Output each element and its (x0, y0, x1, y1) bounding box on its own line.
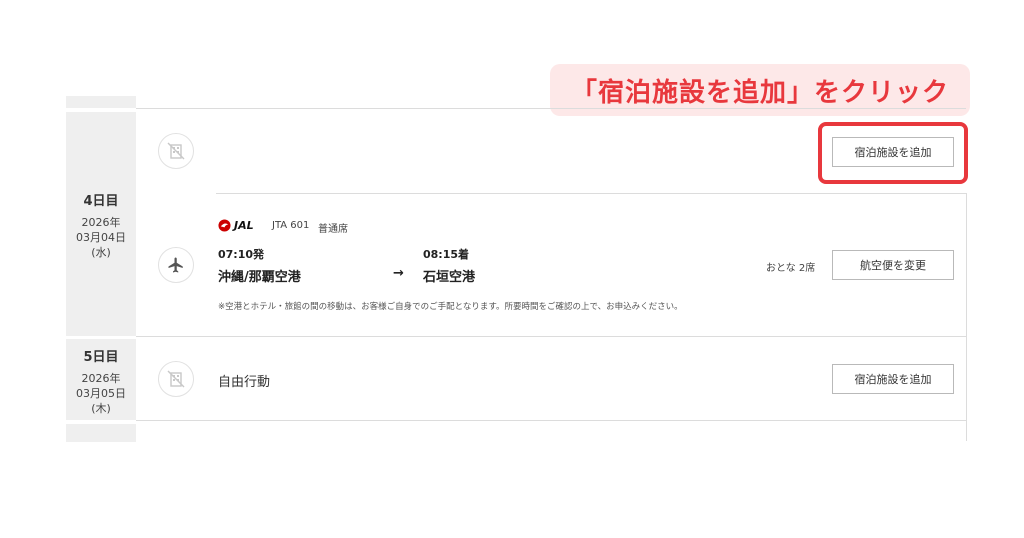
change-flight-button[interactable]: 航空便を変更 (832, 250, 954, 280)
day-date: 03月04日 (76, 231, 126, 244)
date-column-bottom (66, 424, 136, 442)
seat-class: 普通席 (318, 224, 348, 235)
add-hotel-button[interactable]: 宿泊施設を追加 (832, 137, 954, 167)
arrival-airport: 石垣空港 (423, 270, 476, 285)
date-column-top (66, 96, 136, 108)
day-weekday: (木) (91, 402, 111, 415)
departure-time: 07:10発 (218, 248, 265, 261)
divider (136, 420, 966, 421)
day-title: 4日目 (83, 194, 119, 209)
building-slash-icon (158, 133, 194, 169)
divider (136, 336, 966, 337)
day-label-5: 5日目 2026年 03月05日 (木) (66, 346, 136, 416)
day-date: 03月05日 (76, 387, 126, 400)
jal-crane-icon (218, 219, 231, 232)
divider (966, 193, 967, 441)
day-title: 5日目 (83, 350, 119, 365)
day-year: 2026年 (81, 372, 121, 385)
day-year: 2026年 (81, 216, 121, 229)
arrival-time: 08:15着 (423, 248, 470, 261)
divider (136, 108, 966, 109)
departure-airport: 沖縄/那覇空港 (218, 270, 301, 285)
activity-label: 自由行動 (218, 375, 271, 390)
building-slash-icon (158, 361, 194, 397)
route-arrow: → (393, 266, 404, 281)
divider (216, 193, 966, 194)
airplane-icon (158, 247, 194, 283)
airline-logo: JAL (218, 219, 254, 232)
transfer-note: ※空港とホテル・旅館の間の移動は、お客様ご自身でのご手配となります。所要時間をご… (218, 302, 683, 312)
day-label-4: 4日目 2026年 03月04日 (水) (66, 190, 136, 260)
day-weekday: (水) (91, 246, 111, 259)
flight-number: JTA 601 (272, 220, 310, 231)
airline-name: JAL (234, 219, 254, 232)
passenger-count: おとな 2席 (766, 263, 816, 274)
add-hotel-button-day5[interactable]: 宿泊施設を追加 (832, 364, 954, 394)
